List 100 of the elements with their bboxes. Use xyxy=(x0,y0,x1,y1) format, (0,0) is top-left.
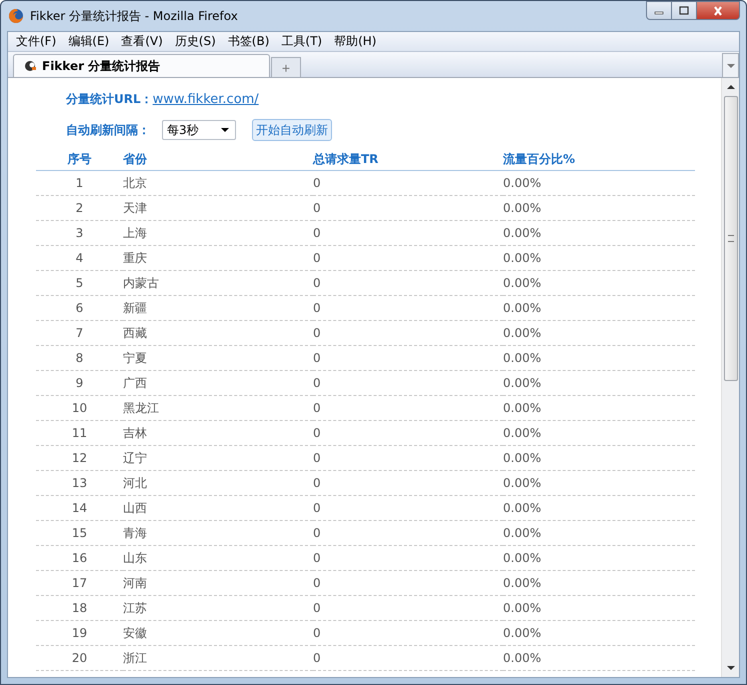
table-cell: 4 xyxy=(36,246,123,270)
column-header: 流量百分比% xyxy=(503,148,695,170)
table-cell: 0.00% xyxy=(503,470,695,496)
table-cell: 山东 xyxy=(123,546,313,570)
table-cell: 9 xyxy=(36,370,123,396)
table-cell: 5 xyxy=(36,270,123,296)
column-header: 总请求量TR xyxy=(313,148,503,170)
table-cell: 0 xyxy=(313,620,503,646)
table-cell: 0.00% xyxy=(503,596,695,620)
table-cell: 上海 xyxy=(123,220,313,246)
table-cell: 17 xyxy=(36,570,123,596)
table-cell: 0 xyxy=(313,446,503,470)
interval-dropdown[interactable]: 每3秒 xyxy=(162,120,236,140)
table-cell: 内蒙古 xyxy=(123,270,313,296)
table-cell: 6 xyxy=(36,296,123,320)
table-cell: 安徽 xyxy=(123,620,313,646)
table-cell: 0 xyxy=(313,346,503,370)
table-cell: 0.00% xyxy=(503,270,695,296)
tab-list-button[interactable] xyxy=(722,53,739,77)
table-cell: 0 xyxy=(313,396,503,420)
table-cell: 0.00% xyxy=(503,446,695,470)
table-cell: 0 xyxy=(313,296,503,320)
table-cell: 0.00% xyxy=(503,196,695,220)
table-cell: 3 xyxy=(36,220,123,246)
table-cell: 10 xyxy=(36,396,123,420)
table-cell: 11 xyxy=(36,420,123,446)
table-cell: 0.00% xyxy=(503,346,695,370)
table-cell: 0 xyxy=(313,246,503,270)
menu-item[interactable]: 工具(T) xyxy=(275,33,328,50)
table-cell: 吉林 xyxy=(123,420,313,446)
caret-icon xyxy=(221,127,229,133)
table-cell: 0 xyxy=(313,520,503,546)
menu-item[interactable]: 编辑(E) xyxy=(62,33,116,50)
menu-item[interactable]: 查看(V) xyxy=(115,33,169,50)
table-cell: 新疆 xyxy=(123,296,313,320)
table-cell: 18 xyxy=(36,596,123,620)
table-cell: 14 xyxy=(36,496,123,520)
scroll-down-icon[interactable] xyxy=(726,665,734,671)
menu-item[interactable]: 文件(F) xyxy=(10,33,62,50)
table-cell: 0.00% xyxy=(503,546,695,570)
table-cell: 0.00% xyxy=(503,370,695,396)
table-cell: 河南 xyxy=(123,570,313,596)
table-cell: 2 xyxy=(36,196,123,220)
table-cell: 山西 xyxy=(123,496,313,520)
table-cell: 0.00% xyxy=(503,620,695,646)
table-cell: 广西 xyxy=(123,370,313,396)
table-cell: 13 xyxy=(36,470,123,496)
table-cell: 7 xyxy=(36,320,123,346)
table-cell: 0 xyxy=(313,496,503,520)
caret-icon xyxy=(726,62,734,68)
table-cell: 15 xyxy=(36,520,123,546)
close-button[interactable] xyxy=(696,1,740,20)
table-cell: 16 xyxy=(36,546,123,570)
table-cell: 0.00% xyxy=(503,496,695,520)
scroll-up-icon[interactable] xyxy=(726,84,734,90)
menu-item[interactable]: 书签(B) xyxy=(222,33,276,50)
table-cell: 0 xyxy=(313,220,503,246)
column-header: 序号 xyxy=(36,148,123,170)
maximize-button[interactable] xyxy=(671,1,697,20)
close-icon xyxy=(712,6,724,16)
table-cell: 黑龙江 xyxy=(123,396,313,420)
menu-item[interactable]: 历史(S) xyxy=(168,33,222,50)
table-cell: 0 xyxy=(313,420,503,446)
column-header: 省份 xyxy=(123,148,313,170)
table-cell: 0 xyxy=(313,546,503,570)
table-cell: 0 xyxy=(313,570,503,596)
table-cell: 宁夏 xyxy=(123,346,313,370)
url-label: 分量统计URL： xyxy=(66,90,153,108)
table-cell: 0.00% xyxy=(503,220,695,246)
table-cell: 0 xyxy=(313,646,503,670)
start-refresh-button[interactable]: 开始自动刷新 xyxy=(252,119,332,141)
table-cell: 0 xyxy=(313,320,503,346)
minimize-button[interactable] xyxy=(646,1,672,20)
url-link[interactable]: www.fikker.com/ xyxy=(152,92,259,106)
table-cell: 北京 xyxy=(123,170,313,196)
table-cell: 0 xyxy=(313,370,503,396)
table-cell: 0 xyxy=(313,170,503,196)
browser-tab[interactable]: Fikker 分量统计报告 xyxy=(13,54,270,77)
new-tab-button[interactable]: + xyxy=(271,57,301,77)
interval-label: 自动刷新间隔： xyxy=(66,122,150,138)
table-cell: 0.00% xyxy=(503,296,695,320)
menu-item[interactable]: 帮助(H) xyxy=(328,33,382,50)
table-cell: 19 xyxy=(36,620,123,646)
window-title: Fikker 分量统计报告 - Mozilla Firefox xyxy=(30,8,239,24)
table-cell: 辽宁 xyxy=(123,446,313,470)
table-cell: 青海 xyxy=(123,520,313,546)
table-cell: 1 xyxy=(36,170,123,196)
table-cell: 0.00% xyxy=(503,396,695,420)
table-cell: 8 xyxy=(36,346,123,370)
browser-logo-icon xyxy=(8,8,24,24)
table-cell: 河北 xyxy=(123,470,313,496)
table-cell: 12 xyxy=(36,446,123,470)
scrollbar[interactable] xyxy=(721,78,739,677)
table-cell: 0.00% xyxy=(503,170,695,196)
table-cell: 浙江 xyxy=(123,646,313,670)
table-cell: 0.00% xyxy=(503,246,695,270)
table-cell: 0 xyxy=(313,470,503,496)
table-cell: 西藏 xyxy=(123,320,313,346)
table-cell: 0 xyxy=(313,196,503,220)
table-cell: 0.00% xyxy=(503,646,695,670)
